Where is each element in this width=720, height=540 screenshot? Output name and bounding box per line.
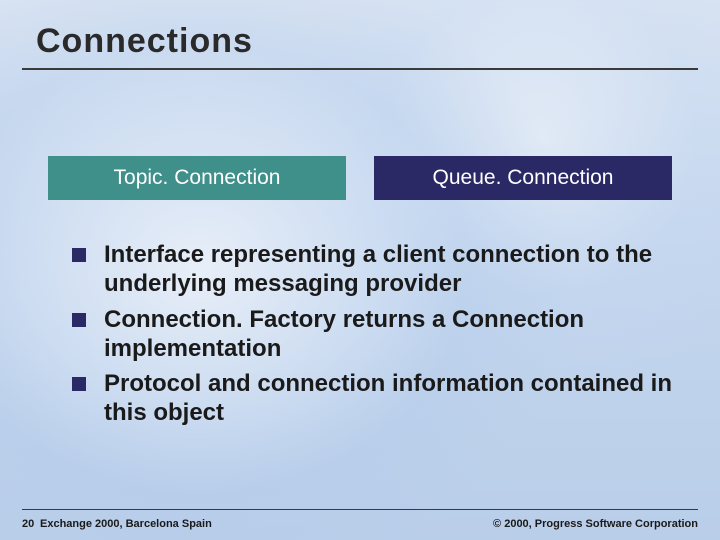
event-label: Exchange 2000, Barcelona Spain: [40, 518, 212, 530]
topic-connection-box: Topic. Connection: [48, 156, 346, 200]
connection-boxes: Topic. Connection Queue. Connection: [48, 156, 672, 200]
bullet-icon: [72, 377, 86, 391]
bullet-text: Connection. Factory returns a Connection…: [104, 305, 672, 364]
bullet-list: Interface representing a client connecti…: [72, 240, 672, 434]
page-title: Connections: [36, 22, 253, 61]
slide: Connections Topic. Connection Queue. Con…: [0, 0, 720, 540]
title-divider: [22, 68, 698, 70]
bullet-text: Interface representing a client connecti…: [104, 240, 672, 299]
list-item: Connection. Factory returns a Connection…: [72, 305, 672, 364]
list-item: Protocol and connection information cont…: [72, 369, 672, 428]
page-number: 20: [22, 518, 34, 530]
copyright-label: © 2000, Progress Software Corporation: [493, 518, 698, 530]
bullet-text: Protocol and connection information cont…: [104, 369, 672, 428]
queue-connection-box: Queue. Connection: [374, 156, 672, 200]
bullet-icon: [72, 313, 86, 327]
list-item: Interface representing a client connecti…: [72, 240, 672, 299]
footer-divider: [22, 509, 698, 510]
bullet-icon: [72, 248, 86, 262]
